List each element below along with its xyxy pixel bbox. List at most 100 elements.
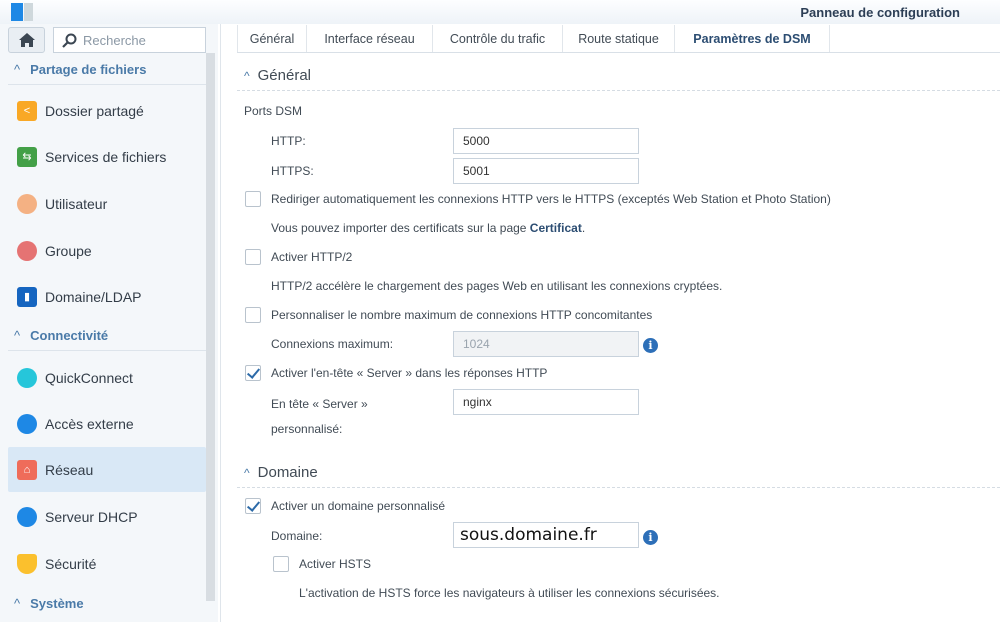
tab-network-interface[interactable]: Interface réseau — [307, 25, 433, 52]
chevron-up-icon: ^ — [14, 328, 21, 343]
http-label: HTTP: — [271, 134, 306, 148]
sidebar-item-quickconnect[interactable]: QuickConnect — [8, 355, 206, 400]
app-logo-icon — [11, 3, 33, 21]
sidebar-item-label: Accès externe — [45, 415, 134, 432]
http2-note: HTTP/2 accélère le chargement des pages … — [271, 279, 723, 293]
certificate-note-end: . — [581, 221, 586, 235]
sidebar-section-connectivity[interactable]: ^ Connectivité — [8, 321, 206, 351]
domain-input[interactable]: sous.domaine.fr — [453, 522, 639, 548]
redirect-https-checkbox[interactable] — [245, 191, 261, 207]
https-port-input[interactable]: 5001 — [453, 158, 639, 184]
max-connections-value: 1024 — [463, 337, 490, 351]
domain-value: sous.domaine.fr — [460, 525, 597, 545]
sidebar-section-system[interactable]: ^ Système — [8, 588, 206, 618]
chevron-up-icon: ^ — [14, 62, 21, 77]
section-label: Connectivité — [30, 328, 109, 343]
sidebar-item-external-access[interactable]: Accès externe — [8, 401, 206, 446]
http-port-input[interactable]: 5000 — [453, 128, 639, 154]
home-icon — [18, 33, 35, 47]
sidebar-item-label: Serveur DHCP — [45, 508, 138, 525]
divider — [237, 90, 1000, 91]
custom-header-label-2: personnalisé: — [271, 422, 343, 436]
tab-dsm-settings[interactable]: Paramètres de DSM — [675, 25, 830, 52]
info-icon[interactable]: i — [643, 338, 658, 353]
sidebar-item-label: Groupe — [45, 242, 92, 259]
hsts-checkbox[interactable] — [273, 556, 289, 572]
user-icon — [17, 193, 37, 214]
ports-dsm-label: Ports DSM — [244, 104, 303, 118]
redirect-https-label: Rediriger automatiquement les connexions… — [271, 192, 831, 206]
certificate-note: Vous pouvez importer des certificats sur… — [271, 221, 585, 235]
http2-checkbox[interactable] — [245, 249, 261, 265]
https-label: HTTPS: — [271, 164, 314, 178]
home-button[interactable] — [8, 27, 45, 53]
server-header-label: Activer l'en-tête « Server » dans les ré… — [271, 366, 548, 380]
custom-header-value: nginx — [463, 395, 492, 409]
search-input[interactable]: Recherche — [53, 27, 206, 53]
globe-icon — [17, 413, 37, 434]
sidebar-item-label: Sécurité — [45, 555, 97, 572]
window-title: Panneau de configuration — [800, 5, 960, 20]
sidebar-item-user[interactable]: Utilisateur — [8, 181, 206, 226]
sidebar-item-shared-folder[interactable]: < Dossier partagé — [8, 88, 206, 133]
tab-static-route[interactable]: Route statique — [563, 25, 675, 52]
https-port-value: 5001 — [463, 164, 490, 178]
custom-header-label: En tête « Server » — [271, 397, 368, 411]
section-header-domain[interactable]: ^ Domaine — [244, 464, 318, 481]
chevron-up-icon: ^ — [244, 466, 250, 480]
section-label: Partage de fichiers — [30, 62, 147, 77]
divider — [237, 487, 1000, 488]
tab-traffic-control[interactable]: Contrôle du trafic — [433, 25, 563, 52]
sidebar-item-label: Utilisateur — [45, 195, 108, 212]
server-header-checkbox[interactable] — [245, 365, 261, 381]
section-title: Général — [257, 67, 312, 84]
section-label: Système — [30, 595, 84, 611]
max-connections-label: Personnaliser le nombre maximum de conne… — [271, 308, 653, 322]
http2-label: Activer HTTP/2 — [271, 250, 353, 264]
shield-icon — [17, 553, 37, 574]
max-connections-checkbox[interactable] — [245, 307, 261, 323]
chevron-up-icon: ^ — [14, 595, 21, 611]
divider — [220, 24, 221, 622]
section-title: Domaine — [257, 464, 318, 481]
sidebar-item-label: Dossier partagé — [45, 102, 144, 119]
hsts-label: Activer HSTS — [299, 557, 372, 571]
hsts-note: L'activation de HSTS force les navigateu… — [299, 586, 720, 600]
custom-domain-checkbox[interactable] — [245, 498, 261, 514]
max-connections-input[interactable]: 1024 — [453, 331, 639, 357]
dhcp-icon — [17, 506, 37, 527]
custom-domain-label: Activer un domaine personnalisé — [271, 499, 446, 513]
network-home-icon: ⌂ — [17, 459, 37, 480]
custom-header-input[interactable]: nginx — [453, 389, 639, 415]
quickconnect-icon — [17, 367, 37, 388]
sidebar-scrollbar[interactable] — [206, 53, 215, 601]
http-port-value: 5000 — [463, 134, 490, 148]
file-services-icon: ⇆ — [17, 146, 37, 167]
sidebar-item-label: Réseau — [45, 461, 94, 478]
section-header-general[interactable]: ^ Général — [244, 67, 311, 84]
sidebar-item-label: Domaine/LDAP — [45, 288, 142, 305]
sidebar-item-dhcp-server[interactable]: Serveur DHCP — [8, 494, 206, 539]
domain-ldap-icon: ▮ — [17, 286, 37, 307]
info-icon[interactable]: i — [643, 530, 658, 545]
sidebar-item-label: QuickConnect — [45, 369, 133, 386]
max-connections-field-label: Connexions maximum: — [271, 337, 394, 351]
domain-label: Domaine: — [271, 529, 323, 543]
certificate-note-text: Vous pouvez importer des certificats sur… — [271, 221, 530, 235]
sidebar-item-network[interactable]: ⌂ Réseau — [8, 447, 206, 492]
sidebar-item-file-services[interactable]: ⇆ Services de fichiers — [8, 134, 206, 179]
search-icon — [62, 33, 77, 48]
tab-general[interactable]: Général — [237, 25, 307, 52]
certificate-link[interactable]: Certificat — [530, 221, 582, 235]
sidebar-item-label: Services de fichiers — [45, 148, 167, 165]
search-placeholder: Recherche — [83, 32, 146, 48]
sidebar-item-group[interactable]: Groupe — [8, 228, 206, 273]
title-bar: Panneau de configuration — [0, 0, 1000, 24]
sidebar-item-domain-ldap[interactable]: ▮ Domaine/LDAP — [8, 274, 206, 319]
sidebar-section-file-sharing[interactable]: ^ Partage de fichiers — [8, 55, 206, 85]
shared-folder-icon: < — [17, 100, 37, 121]
tab-underline — [237, 52, 1000, 53]
chevron-up-icon: ^ — [244, 69, 250, 83]
group-icon — [17, 240, 37, 261]
sidebar-item-security[interactable]: Sécurité — [8, 541, 206, 586]
